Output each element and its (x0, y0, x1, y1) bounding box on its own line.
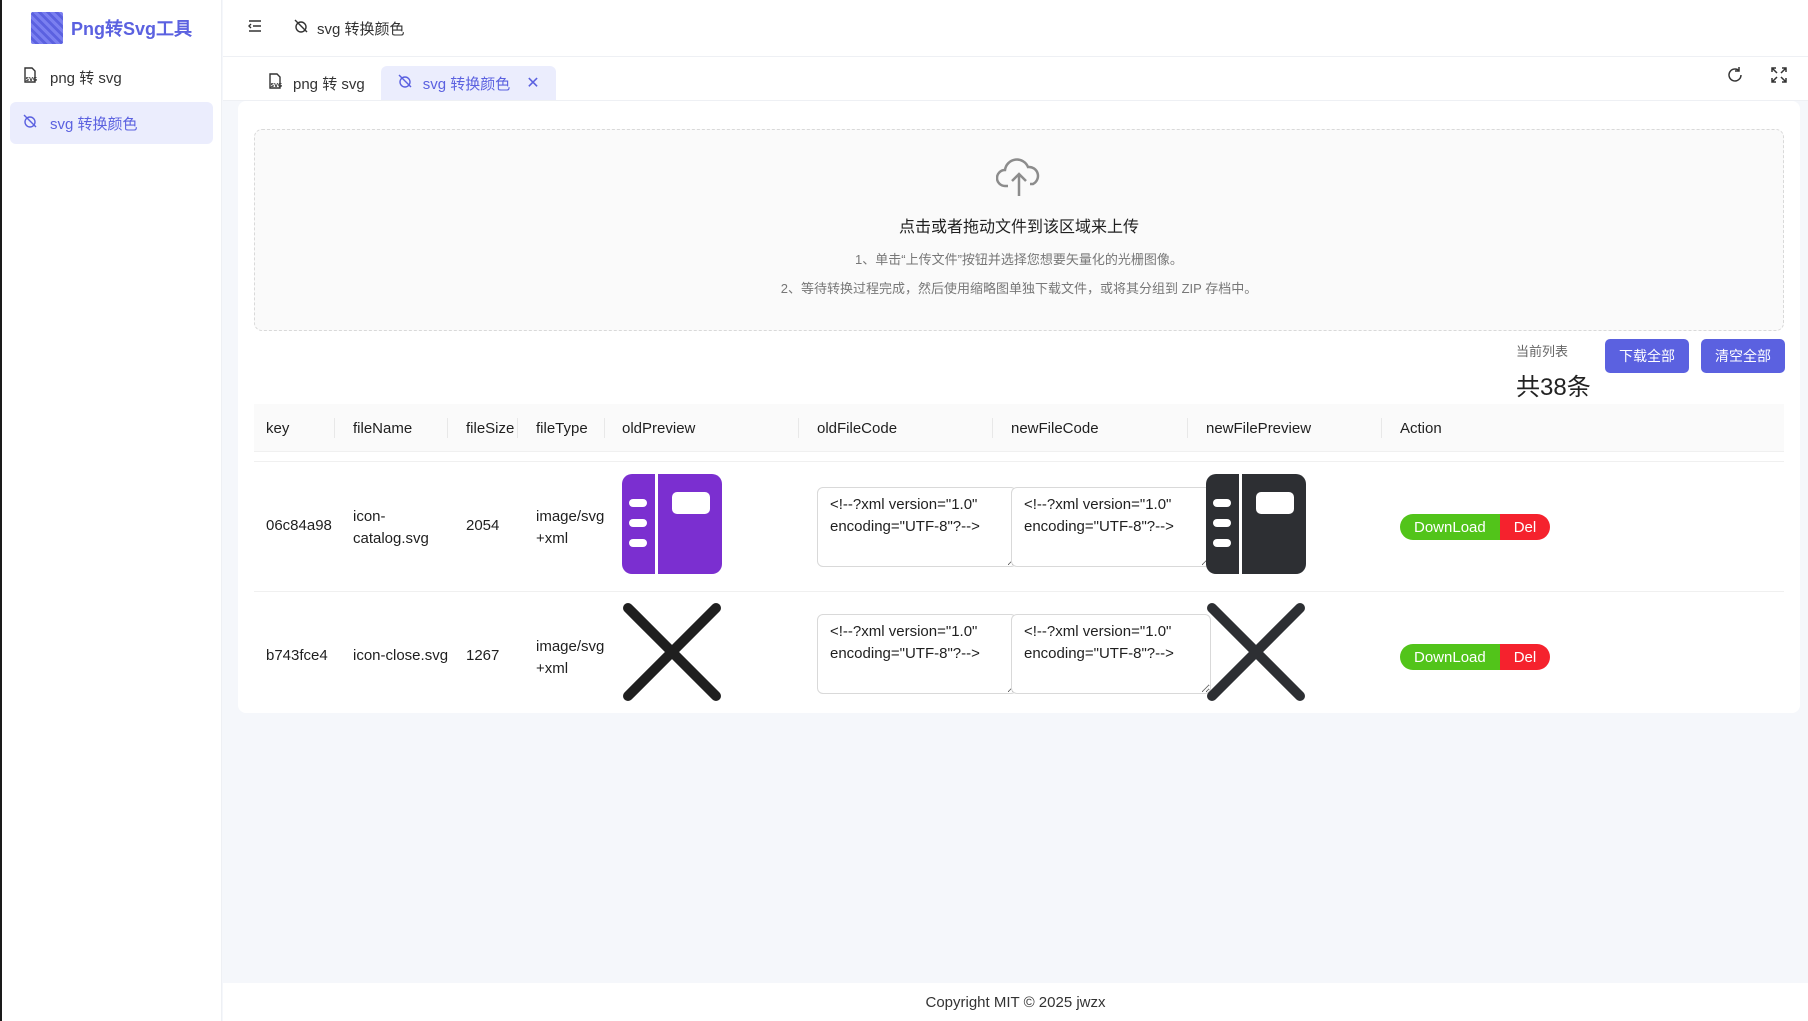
svg-text:SVG: SVG (26, 77, 38, 83)
sidebar-item-png-to-svg[interactable]: SVG png 转 svg (10, 56, 213, 98)
column-header: fileType (536, 419, 588, 437)
copyright-text: Copyright MIT © 2025 jwzx (925, 993, 1106, 1011)
color-off-icon (293, 18, 309, 38)
delete-button[interactable]: Del (1499, 644, 1551, 670)
column-header: newFileCode (1011, 419, 1099, 437)
sidebar: Png转Svg工具 SVG png 转 svg svg 转换颜色 (2, 0, 222, 1021)
download-button[interactable]: DownLoad (1400, 514, 1500, 540)
filesize-cell: 1267 (466, 647, 500, 664)
breadcrumb-label: svg 转换颜色 (317, 20, 405, 38)
color-off-icon (22, 113, 38, 133)
key-cell: 06c84a98 (266, 517, 332, 534)
tab-png-to-svg[interactable]: SVG png 转 svg (251, 66, 381, 100)
fullscreen-icon[interactable] (1770, 66, 1788, 89)
column-header: oldPreview (622, 419, 696, 437)
footer: Copyright MIT © 2025 jwzx (223, 983, 1808, 1021)
sidebar-item-svg-color[interactable]: svg 转换颜色 (10, 102, 213, 144)
table-row: b743fce4 icon-close.svg 1267 image/svg +x… (254, 592, 1784, 713)
column-header: oldFileCode (817, 419, 898, 437)
breadcrumb: svg 转换颜色 (293, 18, 405, 39)
svg-file-icon: SVG (267, 73, 283, 93)
new-file-code[interactable]: <!--?xml version="1.0" encoding="UTF-8"?… (1011, 614, 1211, 694)
logo-image (30, 12, 63, 44)
sidebar-item-label: png 转 svg (50, 69, 122, 87)
tab-svg-color[interactable]: svg 转换颜色 ✕ (380, 66, 556, 100)
svg-text:SVG: SVG (271, 83, 283, 89)
tabs-bar: SVG png 转 svg svg 转换颜色 ✕ (223, 57, 1808, 101)
row-actions: DownLoad Del (1400, 644, 1551, 670)
filesize-cell: 2054 (466, 517, 500, 534)
cloud-upload-icon (255, 156, 1783, 203)
column-header: key (266, 419, 290, 437)
upload-hint: 2、等待转换过程完成，然后使用缩略图单独下载文件，或将其分组到 ZIP 存档中。 (780, 281, 1258, 296)
column-header: newFilePreview (1206, 419, 1312, 437)
svg-file-icon: SVG (22, 67, 38, 87)
new-file-code[interactable]: <!--?xml version="1.0" encoding="UTF-8"?… (1011, 487, 1211, 567)
old-file-code[interactable]: <!--?xml version="1.0" encoding="UTF-8"?… (817, 487, 1017, 567)
app-logo[interactable]: Png转Svg工具 (2, 0, 221, 56)
tab-label: svg 转换颜色 (422, 75, 511, 93)
filetype-cell: image/svg +xml (536, 508, 605, 547)
color-off-icon (397, 73, 413, 93)
delete-button[interactable]: Del (1499, 514, 1551, 540)
row-actions: DownLoad Del (1400, 514, 1551, 540)
key-cell: b743fce4 (266, 647, 328, 664)
upload-dropzone[interactable]: 点击或者拖动文件到该区域来上传 1、单击“上传文件”按钮并选择您想要矢量化的光栅… (254, 129, 1784, 331)
filetype-cell: image/svg +xml (536, 638, 605, 677)
download-button[interactable]: DownLoad (1400, 644, 1500, 670)
menu-collapse-icon[interactable] (247, 18, 263, 38)
old-file-code[interactable]: <!--?xml version="1.0" encoding="UTF-8"?… (817, 614, 1017, 694)
filename-cell: icon-catalog.svg (353, 508, 429, 547)
clear-all-button[interactable]: 清空全部 (1701, 339, 1785, 373)
content-card: 点击或者拖动文件到该区域来上传 1、单击“上传文件”按钮并选择您想要矢量化的光栅… (238, 101, 1800, 713)
header-tools (1726, 66, 1788, 89)
old-preview-image (622, 602, 722, 706)
list-label: 当前列表 (1516, 344, 1569, 359)
column-header: Action (1400, 419, 1442, 437)
new-preview-image (1206, 474, 1306, 578)
tab-label: png 转 svg (293, 75, 365, 93)
top-bar: svg 转换颜色 (223, 0, 1808, 57)
refresh-icon[interactable] (1726, 66, 1744, 89)
close-icon[interactable]: ✕ (526, 73, 539, 93)
app-title: Png转Svg工具 (70, 19, 192, 39)
old-preview-image (622, 474, 722, 578)
column-header: fileSize (466, 419, 515, 437)
table-row: 06c84a98 icon-catalog.svg 2054 image/svg… (254, 461, 1784, 592)
table-header: key fileName fileSize fileType oldPrevie… (254, 404, 1784, 452)
list-count: 共38条 (1516, 374, 1591, 401)
filename-cell: icon-close.svg (353, 647, 449, 664)
new-preview-image (1206, 602, 1306, 706)
column-header: fileName (353, 419, 413, 437)
upload-hint: 1、单击“上传文件”按钮并选择您想要矢量化的光栅图像。 (855, 252, 1183, 267)
sidebar-item-label: svg 转换颜色 (50, 115, 138, 133)
upload-title: 点击或者拖动文件到该区域来上传 (898, 219, 1139, 236)
download-all-button[interactable]: 下载全部 (1605, 339, 1689, 373)
